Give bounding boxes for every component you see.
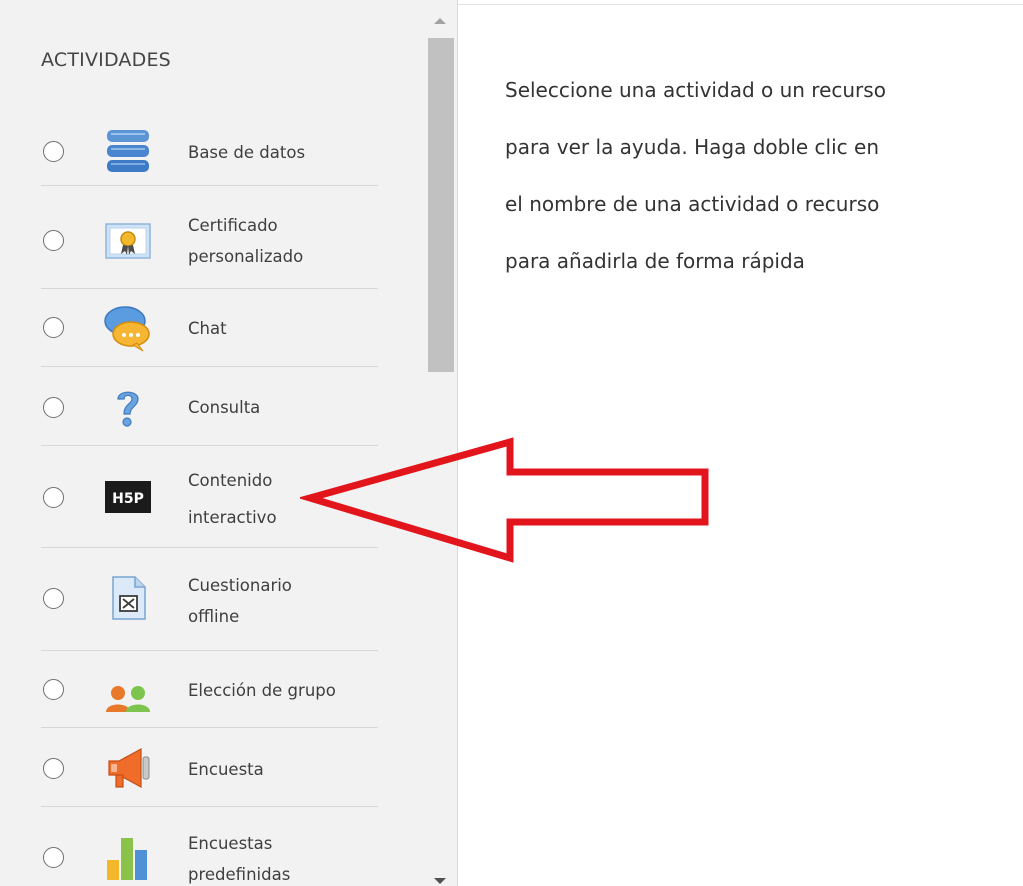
activity-label-line2: predefinidas	[188, 865, 291, 884]
help-text-line: para ver la ayuda. Haga doble clic en	[505, 135, 880, 159]
scroll-down-arrow-icon[interactable]	[434, 878, 446, 884]
activity-label-line2: offline	[188, 607, 240, 626]
activity-label: Base de datos	[188, 143, 306, 162]
group-choice-icon	[103, 665, 153, 715]
h5p-icon: H5P	[103, 472, 153, 522]
divider	[41, 288, 378, 289]
radio-encuestas-predefinidas[interactable]	[43, 847, 64, 868]
svg-text:H5P: H5P	[112, 491, 144, 507]
radio-consulta[interactable]	[43, 397, 64, 418]
help-panel: Seleccione una actividad o un recurso pa…	[505, 62, 990, 290]
scrollbar-thumb[interactable]	[428, 38, 454, 372]
activity-label: Cuestionario	[188, 576, 292, 595]
radio-chat[interactable]	[43, 317, 64, 338]
scroll-up-arrow-icon[interactable]	[434, 18, 446, 24]
activity-label-line2: personalizado	[188, 247, 304, 266]
radio-certificado[interactable]	[43, 230, 64, 251]
activity-label: Certificado	[188, 216, 278, 235]
divider	[41, 650, 378, 651]
divider	[41, 366, 378, 367]
radio-contenido-interactivo[interactable]	[43, 487, 64, 508]
activity-label: Contenido	[188, 471, 273, 490]
bar-chart-icon	[103, 832, 153, 882]
activity-label: Consulta	[188, 398, 261, 417]
help-text-line: Seleccione una actividad o un recurso	[505, 78, 886, 102]
activity-label: Encuesta	[188, 760, 264, 779]
activity-chooser: ACTIVIDADES Base de datos Certificado pe…	[0, 0, 1023, 886]
activity-label: Elección de grupo	[188, 681, 336, 700]
top-divider	[458, 4, 1023, 5]
divider	[41, 185, 378, 186]
chat-icon	[103, 303, 153, 353]
activity-label-line2: interactivo	[188, 508, 277, 527]
radio-base-de-datos[interactable]	[43, 141, 64, 162]
red-arrow-icon	[297, 430, 720, 570]
radio-eleccion-de-grupo[interactable]	[43, 679, 64, 700]
radio-cuestionario-offline[interactable]	[43, 588, 64, 609]
help-text-line: para añadirla de forma rápida	[505, 249, 805, 273]
database-icon	[103, 126, 153, 176]
activity-label: Chat	[188, 319, 227, 338]
activity-label: Encuestas	[188, 834, 273, 853]
radio-encuesta[interactable]	[43, 758, 64, 779]
divider	[41, 727, 378, 728]
certificate-icon	[103, 215, 153, 265]
megaphone-icon	[103, 743, 153, 793]
question-icon	[103, 382, 153, 432]
help-text-line: el nombre de una actividad o recurso	[505, 192, 880, 216]
offline-quiz-icon	[103, 573, 153, 623]
divider	[41, 806, 378, 807]
